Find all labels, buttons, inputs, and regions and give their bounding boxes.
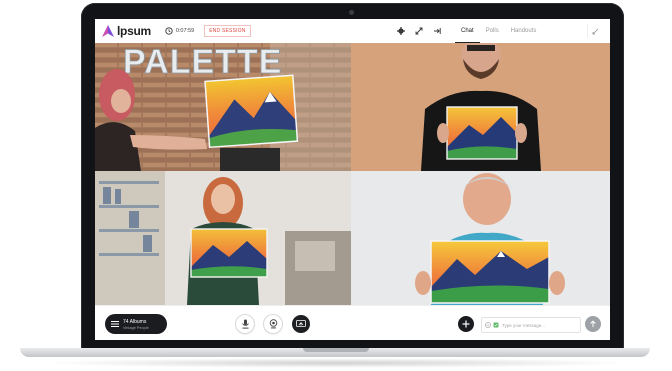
bottom-bar: 74 Albums Vintage People xyxy=(95,305,610,340)
webcam xyxy=(349,10,354,15)
collapse-panel-button[interactable] xyxy=(587,24,602,38)
screen-share-icon xyxy=(296,320,306,327)
tab-polls[interactable]: Polls xyxy=(480,19,505,43)
video-tile-2[interactable] xyxy=(351,43,610,171)
video-tile-4[interactable] xyxy=(351,171,610,305)
tab-handouts[interactable]: Handouts xyxy=(505,19,543,43)
chat-message-input[interactable] xyxy=(502,322,572,328)
tab-chat[interactable]: Chat xyxy=(455,19,480,43)
collapse-icon xyxy=(592,28,598,34)
app-screen: lpsum 0:07:59 END SESSION Chat Polls Han… xyxy=(95,19,610,340)
album-title: 74 Albums xyxy=(123,318,147,325)
laptop-notch xyxy=(303,348,369,352)
camera-button[interactable] xyxy=(264,315,282,333)
participant-video-4 xyxy=(351,171,610,305)
exit-icon xyxy=(434,28,441,34)
top-bar: lpsum 0:07:59 END SESSION Chat Polls Han… xyxy=(95,19,610,44)
toolbar-icons xyxy=(392,24,446,38)
gear-icon xyxy=(397,27,405,35)
send-button[interactable] xyxy=(585,316,601,332)
microphone-icon xyxy=(241,319,249,329)
video-tile-1[interactable]: PALETTE xyxy=(95,43,351,171)
fullscreen-button[interactable] xyxy=(410,24,428,38)
plus-icon xyxy=(462,320,470,328)
menu-icon xyxy=(111,321,119,327)
session-timer: 0:07:59 xyxy=(165,27,194,35)
attachment-icon[interactable] xyxy=(493,322,499,328)
screen-share-button[interactable] xyxy=(292,315,310,333)
chat-input-box xyxy=(481,317,581,333)
end-session-button[interactable]: END SESSION xyxy=(204,25,251,37)
video-tile-3[interactable] xyxy=(95,171,351,305)
album-info: 74 Albums Vintage People xyxy=(123,319,149,330)
album-menu-button[interactable]: 74 Albums Vintage People xyxy=(105,314,167,334)
webcam-icon xyxy=(269,319,277,329)
leave-button[interactable] xyxy=(428,24,446,38)
arrow-up-icon xyxy=(590,320,596,327)
participant-video-1: PALETTE xyxy=(95,43,351,171)
emoji-icon[interactable] xyxy=(485,322,491,328)
side-panel-tabs: Chat Polls Handouts xyxy=(455,19,542,43)
expand-icon xyxy=(415,27,423,35)
laptop-shadow xyxy=(40,358,632,368)
add-button[interactable] xyxy=(458,316,474,332)
album-subtitle: Vintage People xyxy=(123,325,149,330)
clock-icon xyxy=(165,27,173,35)
microphone-button[interactable] xyxy=(236,315,254,333)
wall-sign: PALETTE xyxy=(123,43,282,81)
logo-icon xyxy=(102,25,114,37)
participant-video-3 xyxy=(95,171,351,305)
logo: lpsum xyxy=(101,24,151,38)
timer-value: 0:07:59 xyxy=(175,28,195,34)
settings-button[interactable] xyxy=(392,24,410,38)
brand-name: lpsum xyxy=(117,24,151,38)
participant-video-2 xyxy=(351,43,610,171)
